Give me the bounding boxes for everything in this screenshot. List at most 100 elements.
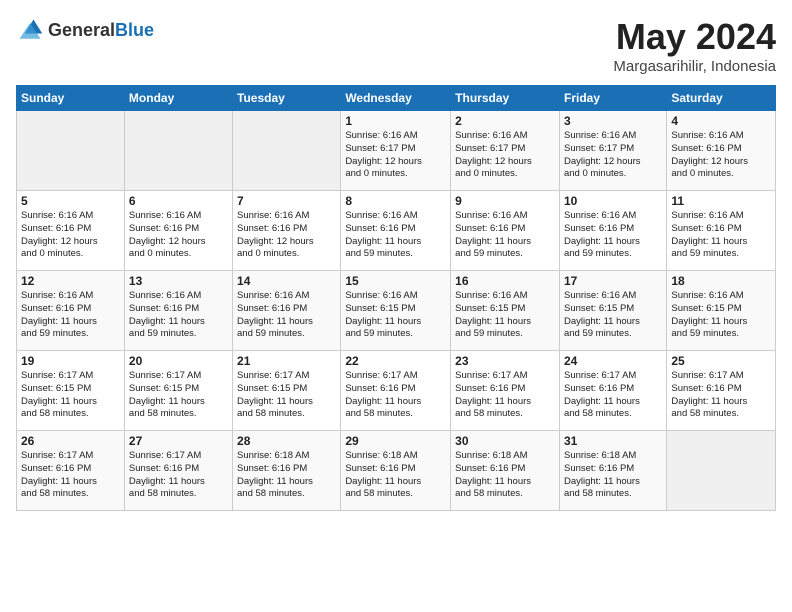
day-number: 23 — [455, 354, 555, 368]
day-info: Sunrise: 6:17 AM Sunset: 6:16 PM Dayligh… — [21, 450, 120, 501]
day-number: 10 — [564, 194, 662, 208]
day-info: Sunrise: 6:17 AM Sunset: 6:16 PM Dayligh… — [129, 450, 228, 501]
logo: GeneralBlue — [16, 16, 154, 44]
day-number: 16 — [455, 274, 555, 288]
day-number: 1 — [345, 114, 446, 128]
day-info: Sunrise: 6:17 AM Sunset: 6:16 PM Dayligh… — [345, 370, 446, 421]
table-row: 12 Sunrise: 6:16 AM Sunset: 6:16 PM Dayli… — [17, 271, 125, 351]
table-row: 29 Sunrise: 6:18 AM Sunset: 6:16 PM Dayli… — [341, 431, 451, 511]
calendar-header-row: Sunday Monday Tuesday Wednesday Thursday… — [17, 86, 776, 111]
day-info: Sunrise: 6:16 AM Sunset: 6:15 PM Dayligh… — [671, 290, 771, 341]
day-number: 3 — [564, 114, 662, 128]
day-info: Sunrise: 6:16 AM Sunset: 6:16 PM Dayligh… — [21, 210, 120, 261]
logo-general: General — [48, 20, 115, 40]
table-row: 3Sunrise: 6:16 AM Sunset: 6:17 PM Daylig… — [559, 111, 666, 191]
col-tuesday: Tuesday — [233, 86, 341, 111]
day-number: 4 — [671, 114, 771, 128]
day-info: Sunrise: 6:18 AM Sunset: 6:16 PM Dayligh… — [455, 450, 555, 501]
col-saturday: Saturday — [667, 86, 776, 111]
table-row: 7Sunrise: 6:16 AM Sunset: 6:16 PM Daylig… — [233, 191, 341, 271]
day-number: 15 — [345, 274, 446, 288]
day-number: 31 — [564, 434, 662, 448]
day-info: Sunrise: 6:16 AM Sunset: 6:16 PM Dayligh… — [129, 290, 228, 341]
day-number: 20 — [129, 354, 228, 368]
day-info: Sunrise: 6:17 AM Sunset: 6:16 PM Dayligh… — [671, 370, 771, 421]
col-wednesday: Wednesday — [341, 86, 451, 111]
page: GeneralBlue May 2024 Margasarihilir, Ind… — [0, 0, 792, 612]
table-row: 26 Sunrise: 6:17 AM Sunset: 6:16 PM Dayli… — [17, 431, 125, 511]
calendar-week-3: 12 Sunrise: 6:16 AM Sunset: 6:16 PM Dayli… — [17, 271, 776, 351]
table-row: 22Sunrise: 6:17 AM Sunset: 6:16 PM Dayli… — [341, 351, 451, 431]
day-info: Sunrise: 6:16 AM Sunset: 6:16 PM Dayligh… — [237, 290, 336, 341]
header: GeneralBlue May 2024 Margasarihilir, Ind… — [16, 16, 776, 75]
day-number: 17 — [564, 274, 662, 288]
table-row — [17, 111, 125, 191]
table-row: 6Sunrise: 6:16 AM Sunset: 6:16 PM Daylig… — [124, 191, 232, 271]
day-number: 6 — [129, 194, 228, 208]
location-title: Margasarihilir, Indonesia — [613, 58, 776, 75]
table-row: 18 Sunrise: 6:16 AM Sunset: 6:15 PM Dayli… — [667, 271, 776, 351]
day-number: 9 — [455, 194, 555, 208]
table-row: 4 Sunrise: 6:16 AM Sunset: 6:16 PM Daylig… — [667, 111, 776, 191]
title-block: May 2024 Margasarihilir, Indonesia — [613, 16, 776, 75]
day-info: Sunrise: 6:17 AM Sunset: 6:16 PM Dayligh… — [455, 370, 555, 421]
day-info: Sunrise: 6:16 AM Sunset: 6:16 PM Dayligh… — [21, 290, 120, 341]
table-row: 23 Sunrise: 6:17 AM Sunset: 6:16 PM Dayli… — [451, 351, 560, 431]
table-row: 20 Sunrise: 6:17 AM Sunset: 6:15 PM Dayli… — [124, 351, 232, 431]
table-row: 11Sunrise: 6:16 AM Sunset: 6:16 PM Dayli… — [667, 191, 776, 271]
logo-text: GeneralBlue — [48, 20, 154, 41]
day-number: 13 — [129, 274, 228, 288]
calendar-week-4: 19 Sunrise: 6:17 AM Sunset: 6:15 PM Dayli… — [17, 351, 776, 431]
day-number: 18 — [671, 274, 771, 288]
day-info: Sunrise: 6:17 AM Sunset: 6:15 PM Dayligh… — [129, 370, 228, 421]
day-number: 26 — [21, 434, 120, 448]
day-number: 5 — [21, 194, 120, 208]
day-number: 19 — [21, 354, 120, 368]
day-info: Sunrise: 6:16 AM Sunset: 6:16 PM Dayligh… — [671, 130, 771, 181]
table-row: 13 Sunrise: 6:16 AM Sunset: 6:16 PM Dayli… — [124, 271, 232, 351]
day-number: 29 — [345, 434, 446, 448]
day-info: Sunrise: 6:18 AM Sunset: 6:16 PM Dayligh… — [237, 450, 336, 501]
table-row: 30 Sunrise: 6:18 AM Sunset: 6:16 PM Dayli… — [451, 431, 560, 511]
col-monday: Monday — [124, 86, 232, 111]
table-row: 2 Sunrise: 6:16 AM Sunset: 6:17 PM Daylig… — [451, 111, 560, 191]
day-number: 12 — [21, 274, 120, 288]
logo-blue: Blue — [115, 20, 154, 40]
day-info: Sunrise: 6:18 AM Sunset: 6:16 PM Dayligh… — [345, 450, 446, 501]
day-info: Sunrise: 6:17 AM Sunset: 6:16 PM Dayligh… — [564, 370, 662, 421]
day-info: Sunrise: 6:16 AM Sunset: 6:15 PM Dayligh… — [455, 290, 555, 341]
day-info: Sunrise: 6:16 AM Sunset: 6:17 PM Dayligh… — [455, 130, 555, 181]
day-info: Sunrise: 6:16 AM Sunset: 6:16 PM Dayligh… — [564, 210, 662, 261]
col-sunday: Sunday — [17, 86, 125, 111]
table-row — [233, 111, 341, 191]
table-row — [667, 431, 776, 511]
day-info: Sunrise: 6:16 AM Sunset: 6:16 PM Dayligh… — [455, 210, 555, 261]
day-info: Sunrise: 6:17 AM Sunset: 6:15 PM Dayligh… — [21, 370, 120, 421]
table-row: 16 Sunrise: 6:16 AM Sunset: 6:15 PM Dayli… — [451, 271, 560, 351]
day-number: 7 — [237, 194, 336, 208]
day-info: Sunrise: 6:17 AM Sunset: 6:15 PM Dayligh… — [237, 370, 336, 421]
day-info: Sunrise: 6:16 AM Sunset: 6:17 PM Dayligh… — [345, 130, 446, 181]
day-number: 25 — [671, 354, 771, 368]
day-number: 28 — [237, 434, 336, 448]
table-row: 1 Sunrise: 6:16 AM Sunset: 6:17 PM Daylig… — [341, 111, 451, 191]
table-row: 17Sunrise: 6:16 AM Sunset: 6:15 PM Dayli… — [559, 271, 666, 351]
calendar-week-5: 26 Sunrise: 6:17 AM Sunset: 6:16 PM Dayli… — [17, 431, 776, 511]
calendar-week-2: 5 Sunrise: 6:16 AM Sunset: 6:16 PM Daylig… — [17, 191, 776, 271]
table-row: 8 Sunrise: 6:16 AM Sunset: 6:16 PM Daylig… — [341, 191, 451, 271]
col-thursday: Thursday — [451, 86, 560, 111]
calendar-table: Sunday Monday Tuesday Wednesday Thursday… — [16, 85, 776, 511]
table-row: 28 Sunrise: 6:18 AM Sunset: 6:16 PM Dayli… — [233, 431, 341, 511]
day-info: Sunrise: 6:16 AM Sunset: 6:15 PM Dayligh… — [345, 290, 446, 341]
table-row: 25 Sunrise: 6:17 AM Sunset: 6:16 PM Dayli… — [667, 351, 776, 431]
day-info: Sunrise: 6:16 AM Sunset: 6:16 PM Dayligh… — [671, 210, 771, 261]
day-number: 2 — [455, 114, 555, 128]
day-number: 8 — [345, 194, 446, 208]
table-row: 9 Sunrise: 6:16 AM Sunset: 6:16 PM Daylig… — [451, 191, 560, 271]
day-info: Sunrise: 6:16 AM Sunset: 6:16 PM Dayligh… — [345, 210, 446, 261]
col-friday: Friday — [559, 86, 666, 111]
day-number: 30 — [455, 434, 555, 448]
table-row: 27Sunrise: 6:17 AM Sunset: 6:16 PM Dayli… — [124, 431, 232, 511]
calendar-week-1: 1 Sunrise: 6:16 AM Sunset: 6:17 PM Daylig… — [17, 111, 776, 191]
month-title: May 2024 — [613, 16, 776, 58]
